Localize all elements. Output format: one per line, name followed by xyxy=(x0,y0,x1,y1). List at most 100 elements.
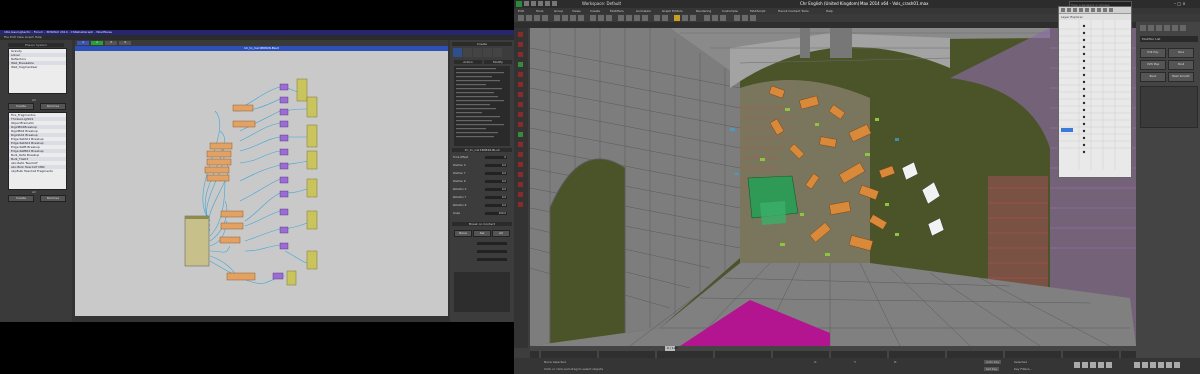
right-monitor: Workspace: Default Chr English (United K… xyxy=(514,0,1200,374)
properties-subheader: 1C_to_Car1B0826-BLull xyxy=(452,148,512,152)
prop-label: Time Offset xyxy=(453,156,468,159)
dropdown-row[interactable] xyxy=(453,242,511,246)
modifier-button[interactable]: Edit Poly xyxy=(1140,48,1166,58)
dropdown[interactable] xyxy=(477,258,507,261)
side-tool-icons[interactable] xyxy=(514,28,528,348)
prop-label: Rotation Y xyxy=(453,196,467,199)
create-object-button[interactable]: Create xyxy=(8,195,34,202)
auto-key-button[interactable]: Auto Key xyxy=(984,360,1002,364)
selected-dropdown[interactable]: Selected xyxy=(1014,360,1027,364)
prop-label: Position Z xyxy=(453,180,466,183)
dropdown-row[interactable] xyxy=(453,250,511,254)
dropdown[interactable] xyxy=(477,250,507,253)
properties-header: Create xyxy=(452,42,512,46)
node-network[interactable] xyxy=(75,51,448,316)
script-text-area[interactable] xyxy=(454,66,510,146)
selected-layer[interactable] xyxy=(1061,128,1073,132)
dropdown[interactable] xyxy=(477,242,507,245)
workspace-selector[interactable]: Workspace: Default xyxy=(582,0,621,8)
node-graph-panel: 1 2 3 4 1C_to_Car1B0826-BLull xyxy=(75,40,448,316)
tab-modify[interactable]: Modify xyxy=(484,60,512,64)
sel-button[interactable]: Sel xyxy=(473,230,491,237)
coord-z: Z: xyxy=(894,360,898,364)
prop-position-x[interactable]: Position X 0.0 xyxy=(453,164,511,168)
prop-position-z[interactable]: Position Z 0.0 xyxy=(453,180,511,184)
scene-filter-label: All xyxy=(32,98,36,102)
layer-explorer-toolbar xyxy=(1059,7,1131,14)
prop-label: Rotation X xyxy=(453,188,467,191)
prop-value[interactable]: 0.0 xyxy=(485,172,507,175)
prop-label: Scale xyxy=(453,212,460,215)
prop-scale[interactable]: Scale 100.0 xyxy=(453,212,511,216)
key-filters-button[interactable]: Key Filters... xyxy=(1014,367,1032,371)
node-wires xyxy=(202,86,308,284)
tab-4[interactable]: 4 xyxy=(119,41,131,45)
layer-explorer-window[interactable]: Layer Explorer xyxy=(1058,6,1132,178)
prop-value[interactable]: 0.0 xyxy=(485,180,507,183)
prompt-text: Click or click-and-drag to select object… xyxy=(544,367,604,371)
coord-y: Y: xyxy=(854,360,857,364)
timeline-ruler[interactable] xyxy=(530,346,1136,358)
maximize-icon[interactable]: □ xyxy=(1177,1,1181,6)
layer-toolbar-icons[interactable] xyxy=(1059,7,1131,13)
orange-nodes[interactable] xyxy=(204,104,256,281)
3d-viewport[interactable] xyxy=(530,28,1136,346)
scene-panel: Phaser System Gravity solver Reflectors … xyxy=(0,40,72,322)
close-icon[interactable]: × xyxy=(1182,1,1185,6)
tab-3[interactable]: 3 xyxy=(105,41,117,45)
prop-time-offset[interactable]: Time Offset 0 xyxy=(453,156,511,160)
scene-system-header: Phaser System xyxy=(8,43,64,47)
create-button[interactable]: Create xyxy=(8,103,34,110)
command-panel-tabs[interactable] xyxy=(1136,22,1200,34)
modifier-button[interactable]: Slice xyxy=(1168,48,1194,58)
all-button[interactable]: All xyxy=(492,230,510,237)
operator-icons[interactable] xyxy=(453,48,511,58)
tab-2[interactable]: 2 xyxy=(91,41,103,45)
prop-rotation-z[interactable]: Rotation Z 0.0 xyxy=(453,204,511,208)
set-key-button[interactable]: Set Key xyxy=(984,367,1000,371)
layer-rows[interactable] xyxy=(1059,20,1131,170)
prop-value[interactable]: 0 xyxy=(485,156,507,159)
scene-list[interactable]: Gravity solver Reflectors Wall_Breakable… xyxy=(8,48,67,94)
viewport-side-toolbar xyxy=(514,28,528,348)
left-monitor: 1DA.IssuingSectic - Forum - 3DSMAX 2014 … xyxy=(0,0,514,374)
modifier-button[interactable]: Bend xyxy=(1140,72,1166,82)
modifier-button[interactable]: Shell xyxy=(1168,60,1194,70)
prop-value[interactable]: 0.0 xyxy=(485,164,507,167)
objects-list[interactable]: Fire_Fragmentos ThinkerLight01 ObjectFra… xyxy=(8,112,67,190)
graph-canvas[interactable] xyxy=(75,51,448,316)
prop-rotation-x[interactable]: Rotation X 0.0 xyxy=(453,188,511,192)
tab-action[interactable]: Action xyxy=(454,60,482,64)
section-header: Break on Contact xyxy=(452,222,512,226)
timeline[interactable]: 0 / 100 xyxy=(530,346,1136,358)
file-title: Max 2014 x64 - Vols_crash01.max xyxy=(860,1,929,6)
status-bar: None Selected Click or click-and-drag to… xyxy=(514,358,1200,374)
list-item[interactable]: Wall_fragmentaer xyxy=(9,65,66,69)
modifier-button[interactable]: UVW Map xyxy=(1140,60,1166,70)
prop-value[interactable]: 0.0 xyxy=(485,204,507,207)
language-indicator: Chr English (United Kingdom) xyxy=(800,1,860,6)
main-node[interactable] xyxy=(184,215,210,267)
prop-value[interactable]: 0.0 xyxy=(485,196,507,199)
prop-value[interactable]: 0.0 xyxy=(485,188,507,191)
modifier-stack[interactable] xyxy=(1140,86,1198,128)
prop-value[interactable]: 100.0 xyxy=(485,212,507,215)
prop-label: Rotation Z xyxy=(453,204,467,207)
window-controls[interactable]: – □ × xyxy=(1174,0,1186,8)
list-item[interactable]: obj.Bulk TwerCat Fragments xyxy=(9,169,66,173)
prop-position-y[interactable]: Position Y 0.0 xyxy=(453,172,511,176)
modifier-button[interactable]: Mesh Smooth xyxy=(1168,72,1194,82)
dropdown-row[interactable] xyxy=(453,258,511,262)
none-button[interactable]: None xyxy=(454,230,472,237)
viewport-scene[interactable] xyxy=(530,28,1136,346)
modifier-list-dropdown[interactable]: Modifier List xyxy=(1140,36,1198,42)
selection-status: None Selected xyxy=(544,360,566,364)
tab-1[interactable]: 1 xyxy=(77,41,89,45)
prop-rotation-y[interactable]: Rotation Y 0.0 xyxy=(453,196,511,200)
minimize-icon[interactable]: – xyxy=(1174,1,1176,6)
properties-panel: Create Action Modify 1C_to_Car1B0826-BLu… xyxy=(450,40,514,322)
remove-object-button[interactable]: Remove xyxy=(40,195,66,202)
playback-controls[interactable] xyxy=(1074,361,1194,371)
remove-button[interactable]: Remove xyxy=(40,103,66,110)
prop-label: Position X xyxy=(453,164,466,167)
